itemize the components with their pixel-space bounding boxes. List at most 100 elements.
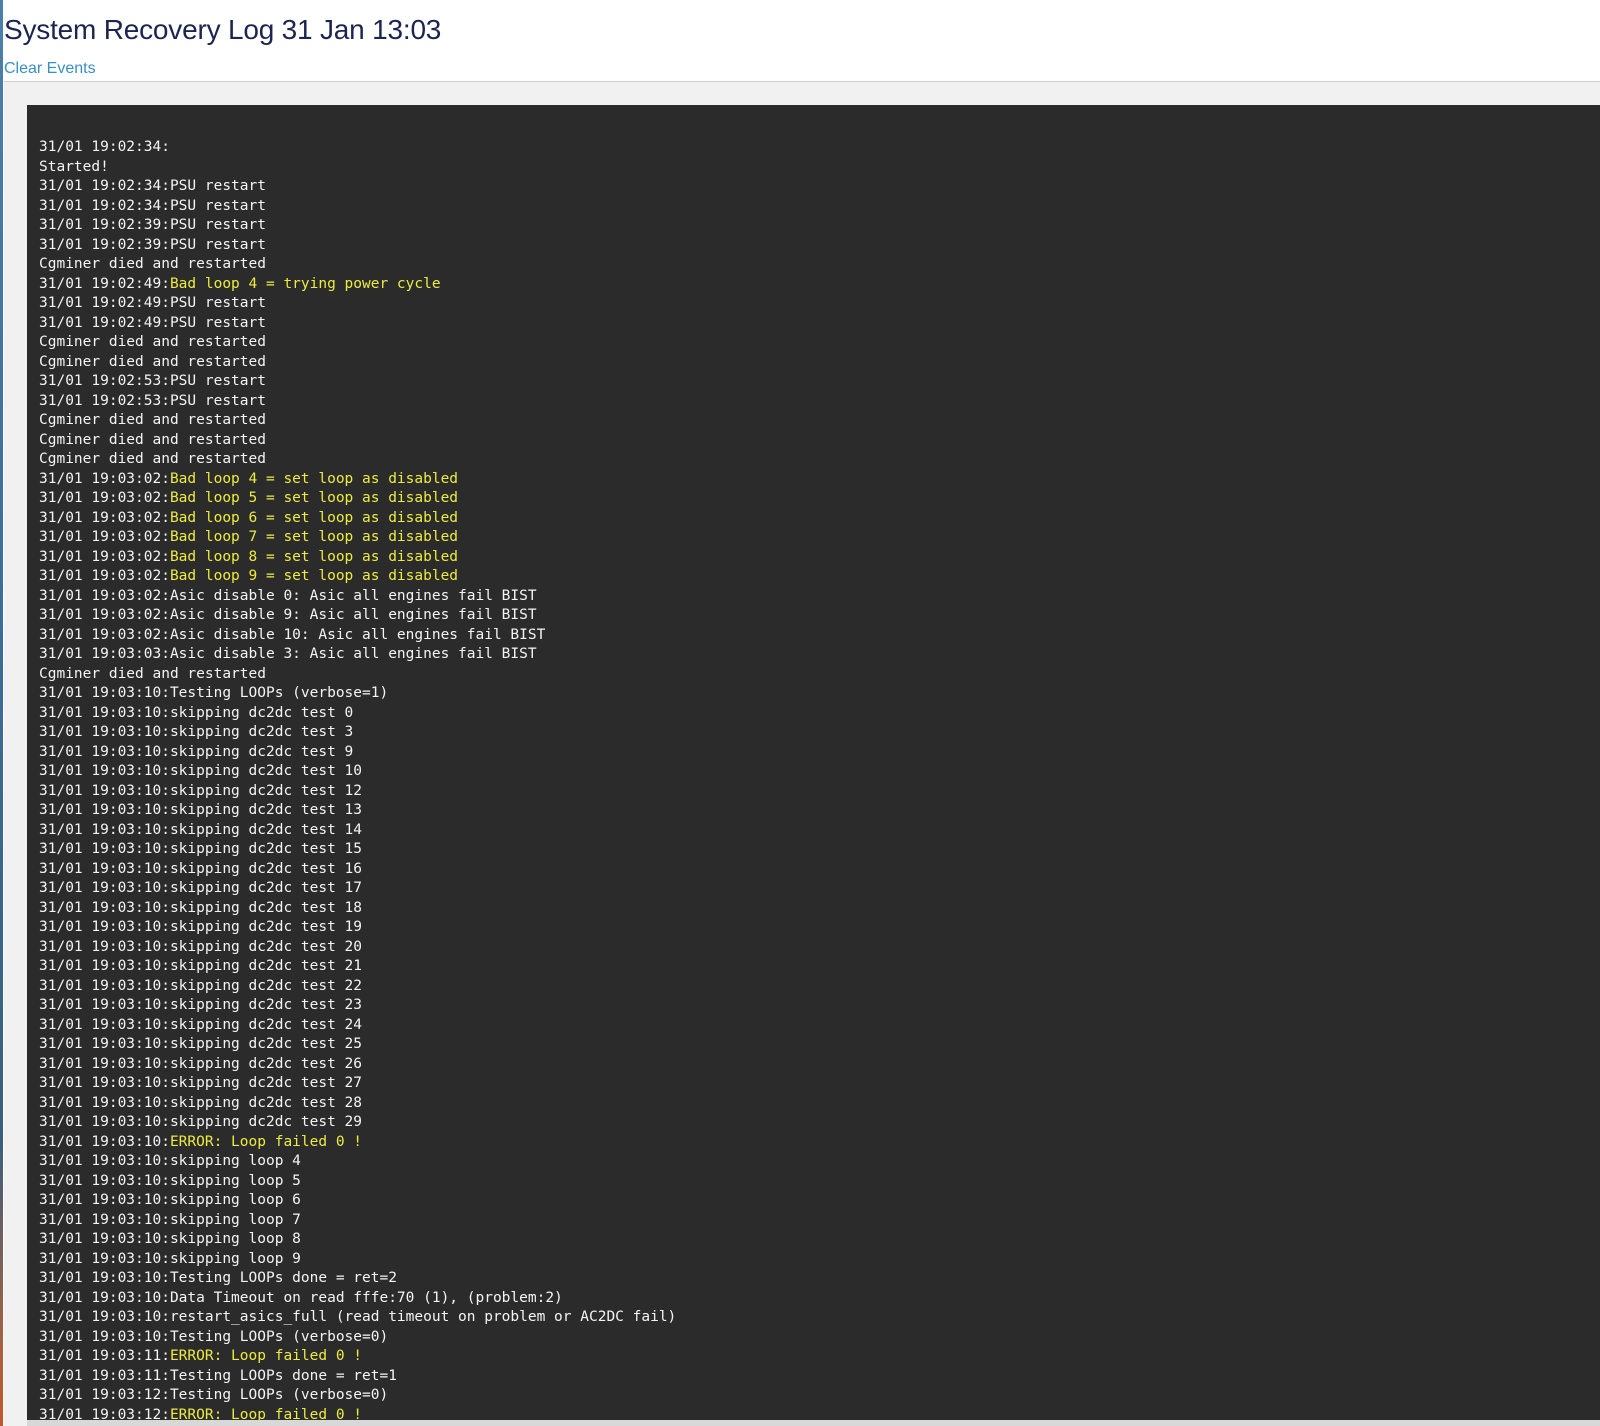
log-timestamp: 31/01 19:03:02: — [39, 587, 170, 604]
log-timestamp: 31/01 19:03:10: — [39, 899, 170, 916]
log-list: 31/01 19:02:34: Started! 31/01 19:02:34:PS… — [39, 138, 676, 1425]
log-line: Cgminer died and restarted — [39, 255, 676, 275]
log-message: skipping dc2dc test 16 — [169, 860, 363, 877]
log-timestamp: 31/01 19:03:11: — [39, 1348, 170, 1364]
log-line: 31/01 19:03:02:Bad loop 5 = set loop as … — [39, 489, 676, 509]
log-timestamp: 31/01 19:03:10: — [39, 938, 170, 955]
log-line: 31/01 19:03:10:skipping dc2dc test 19 — [39, 918, 676, 938]
log-timestamp: 31/01 19:03:02: — [39, 626, 170, 643]
log-message: PSU restart — [169, 236, 266, 253]
log-line: 31/01 19:02:39:PSU restart — [39, 216, 676, 236]
log-timestamp: 31/01 19:02:53: — [39, 392, 170, 409]
log-line: 31/01 19:03:10:Testing LOOPs done = ret=… — [39, 1269, 676, 1289]
log-message: PSU restart — [169, 373, 266, 389]
log-warning-message: Bad loop 7 = set loop as disabled — [169, 529, 459, 545]
log-line: 31/01 19:03:02:Asic disable 10: Asic all… — [39, 626, 676, 646]
log-message: skipping dc2dc test 13 — [169, 802, 363, 818]
log-line: 31/01 19:03:10:skipping dc2dc test 17 — [39, 879, 676, 899]
log-message: Cgminer died and restarted — [39, 665, 266, 682]
log-line: 31/01 19:03:10:restart_asics_full (read … — [39, 1308, 676, 1328]
log-timestamp: 31/01 19:02:49: — [39, 275, 170, 292]
log-warning-message: Bad loop 9 = set loop as disabled — [169, 568, 459, 584]
log-line: 31/01 19:03:10:Data Timeout on read fffe… — [39, 1289, 676, 1309]
log-message: PSU restart — [169, 178, 266, 194]
log-line: 31/01 19:02:39:PSU restart — [39, 236, 676, 256]
log-timestamp: 31/01 19:03:10: — [39, 1094, 170, 1111]
log-panel[interactable]: 31/01 19:02:34: Started! 31/01 19:02:34:PS… — [27, 105, 1600, 1426]
log-line: 31/01 19:03:10:Testing LOOPs (verbose=1) — [39, 684, 676, 704]
log-message: Cgminer died and restarted — [39, 256, 266, 272]
log-timestamp: 31/01 19:03:10: — [39, 1309, 170, 1325]
log-line: 31/01 19:03:03:Asic disable 3: Asic all … — [39, 645, 676, 665]
log-line: 31/01 19:03:02:Bad loop 6 = set loop as … — [39, 509, 676, 529]
log-line: 31/01 19:03:10:skipping dc2dc test 26 — [39, 1055, 676, 1075]
log-line: 31/01 19:03:11:Testing LOOPs done = ret=… — [39, 1367, 676, 1387]
log-line: 31/01 19:03:10:skipping dc2dc test 20 — [39, 938, 676, 958]
log-timestamp: 31/01 19:03:10: — [39, 1114, 170, 1130]
log-timestamp: 31/01 19:03:02: — [39, 568, 170, 584]
log-timestamp: 31/01 19:02:39: — [39, 236, 170, 253]
log-message: skipping dc2dc test 9 — [169, 743, 354, 760]
log-line: 31/01 19:03:10:skipping dc2dc test 12 — [39, 782, 676, 802]
log-message: skipping dc2dc test 10 — [169, 763, 363, 779]
log-message: skipping dc2dc test 21 — [169, 958, 363, 974]
log-timestamp: 31/01 19:03:10: — [39, 685, 170, 701]
log-line: 31/01 19:03:10:skipping dc2dc test 0 — [39, 704, 676, 724]
log-message: Cgminer died and restarted — [39, 412, 266, 428]
log-line: 31/01 19:03:10:ERROR: Loop failed 0 ! — [39, 1133, 676, 1153]
log-timestamp: 31/01 19:02:49: — [39, 314, 170, 331]
log-message: PSU restart — [169, 392, 266, 409]
log-line: 31/01 19:03:10:skipping dc2dc test 18 — [39, 899, 676, 919]
log-message: Cgminer died and restarted — [39, 353, 266, 370]
log-message: Started! — [39, 158, 109, 175]
log-timestamp: 31/01 19:03:02: — [39, 470, 170, 487]
log-message: PSU restart — [169, 217, 266, 233]
log-timestamp: 31/01 19:03:10: — [39, 1172, 170, 1189]
log-line: Cgminer died and restarted — [39, 333, 676, 353]
log-timestamp: 31/01 19:03:10: — [39, 1250, 170, 1267]
log-line: 31/01 19:03:12:Testing LOOPs (verbose=0) — [39, 1386, 676, 1406]
log-timestamp: 31/01 19:03:12: — [39, 1387, 170, 1403]
log-line: 31/01 19:03:02:Asic disable 9: Asic all … — [39, 606, 676, 626]
log-timestamp: 31/01 19:02:39: — [39, 217, 170, 233]
log-warning-message: Bad loop 4 = trying power cycle — [169, 275, 441, 292]
log-timestamp: 31/01 19:03:10: — [39, 821, 170, 838]
log-timestamp: 31/01 19:03:10: — [39, 1270, 170, 1286]
log-timestamp: 31/01 19:03:10: — [39, 724, 170, 740]
log-line: 31/01 19:02:34:PSU restart — [39, 197, 676, 217]
log-timestamp: 31/01 19:03:10: — [39, 1016, 170, 1033]
log-message: skipping dc2dc test 27 — [169, 1075, 363, 1091]
log-timestamp: 31/01 19:03:10: — [39, 1036, 170, 1052]
log-message: skipping dc2dc test 24 — [169, 1016, 363, 1033]
page-title: System Recovery Log 31 Jan 13:03 — [4, 14, 442, 45]
log-message: skipping dc2dc test 12 — [169, 782, 363, 799]
log-message: Cgminer died and restarted — [39, 451, 266, 467]
log-message: skipping dc2dc test 15 — [169, 841, 363, 857]
log-line: 31/01 19:03:10:skipping dc2dc test 22 — [39, 977, 676, 997]
log-message: skipping dc2dc test 18 — [169, 899, 363, 916]
log-line: 31/01 19:03:10:Testing LOOPs (verbose=0) — [39, 1328, 676, 1348]
log-message: Asic disable 10: Asic all engines fail B… — [169, 626, 546, 643]
log-message: skipping dc2dc test 29 — [169, 1114, 363, 1130]
log-timestamp: 31/01 19:03:10: — [39, 1328, 170, 1345]
log-message: skipping loop 8 — [169, 1231, 301, 1247]
log-message: PSU restart — [169, 295, 266, 311]
log-message: PSU restart — [169, 197, 266, 214]
log-timestamp: 31/01 19:03:03: — [39, 646, 170, 662]
log-line: 31/01 19:03:02:Bad loop 8 = set loop as … — [39, 548, 676, 568]
log-line: Cgminer died and restarted — [39, 665, 676, 685]
log-line: 31/01 19:03:10:skipping dc2dc test 29 — [39, 1113, 676, 1133]
log-line: Cgminer died and restarted — [39, 353, 676, 373]
log-line: 31/01 19:03:10:skipping dc2dc test 28 — [39, 1094, 676, 1114]
log-line: 31/01 19:03:10:skipping dc2dc test 24 — [39, 1016, 676, 1036]
clear-events-link[interactable]: Clear Events — [4, 60, 96, 78]
log-line: 31/01 19:03:02:Asic disable 0: Asic all … — [39, 587, 676, 607]
log-message: skipping dc2dc test 28 — [169, 1094, 363, 1111]
log-line: 31/01 19:03:10:skipping loop 6 — [39, 1191, 676, 1211]
log-warning-message: ERROR: Loop failed 0 ! — [169, 1133, 363, 1150]
log-warning-message: Bad loop 8 = set loop as disabled — [169, 548, 459, 565]
log-message: skipping dc2dc test 19 — [169, 919, 363, 935]
log-timestamp: 31/01 19:03:10: — [39, 919, 170, 935]
log-line: 31/01 19:03:10:skipping dc2dc test 16 — [39, 860, 676, 880]
log-timestamp: 31/01 19:03:10: — [39, 1192, 170, 1208]
